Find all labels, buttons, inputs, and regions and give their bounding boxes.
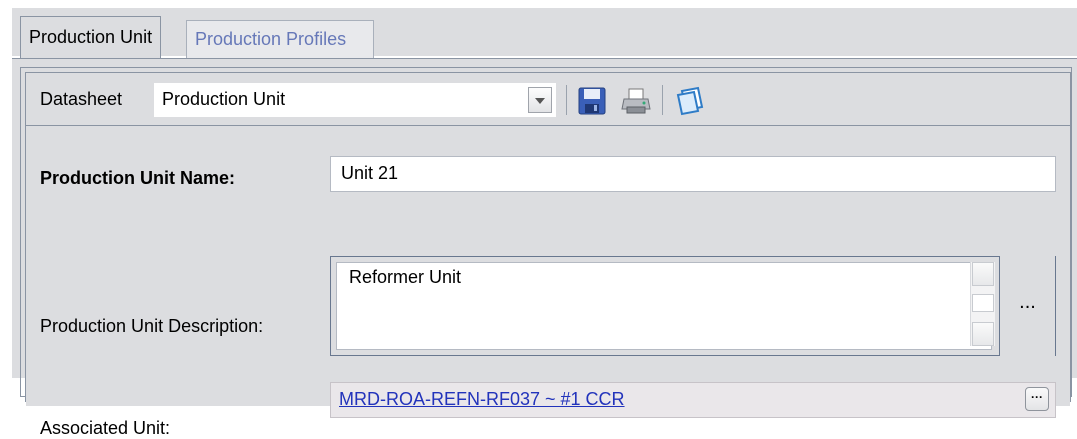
production-unit-description-field[interactable]: Reformer Unit: [336, 262, 992, 350]
production-unit-name-field[interactable]: Unit 21: [330, 156, 1056, 192]
scroll-thumb[interactable]: [972, 294, 994, 312]
chevron-down-icon[interactable]: [528, 87, 552, 113]
tab-production-unit[interactable]: Production Unit: [20, 16, 162, 58]
description-more-button[interactable]: ...: [999, 256, 1055, 356]
tab-content-frame: Datasheet Production Unit Production Uni…: [12, 58, 1077, 438]
tab-production-profiles[interactable]: Production Profiles: [186, 20, 374, 58]
datasheet-select-value: Production Unit: [162, 89, 286, 109]
associated-unit-label: Associated Unit:: [40, 418, 171, 438]
scroll-up-icon[interactable]: [972, 262, 994, 286]
datasheet-label: Datasheet: [40, 89, 123, 109]
associated-unit-more-button[interactable]: ···: [1025, 387, 1049, 411]
save-icon[interactable]: [576, 85, 608, 117]
associated-unit-field: MRD-ROA-REFN-RF037 ~ #1 CCR ···: [330, 382, 1056, 418]
description-scrollbar[interactable]: [970, 262, 995, 346]
print-icon[interactable]: [620, 85, 652, 117]
associated-unit-link[interactable]: MRD-ROA-REFN-RF037 ~ #1 CCR: [339, 389, 625, 410]
datasheet-outer-border: Datasheet Production Unit Production Uni…: [20, 67, 1072, 438]
datasheet-toolbar: Datasheet Production Unit: [26, 73, 1070, 125]
copy-datasheet-icon[interactable]: [674, 85, 706, 117]
toolbar-separator: [566, 85, 567, 115]
production-unit-description-container: Reformer Unit ...: [330, 256, 1056, 356]
toolbar-separator: [662, 85, 663, 115]
production-unit-description-label: Production Unit Description:: [40, 316, 264, 336]
datasheet-panel: Datasheet Production Unit Production Uni…: [25, 72, 1071, 438]
tab-strip: [12, 8, 1077, 56]
production-unit-name-label: Production Unit Name:: [40, 168, 236, 188]
datasheet-select[interactable]: Production Unit: [154, 83, 556, 117]
scroll-down-icon[interactable]: [972, 322, 994, 346]
datasheet-form: Production Unit Name: Unit 21 Production…: [26, 125, 1070, 438]
